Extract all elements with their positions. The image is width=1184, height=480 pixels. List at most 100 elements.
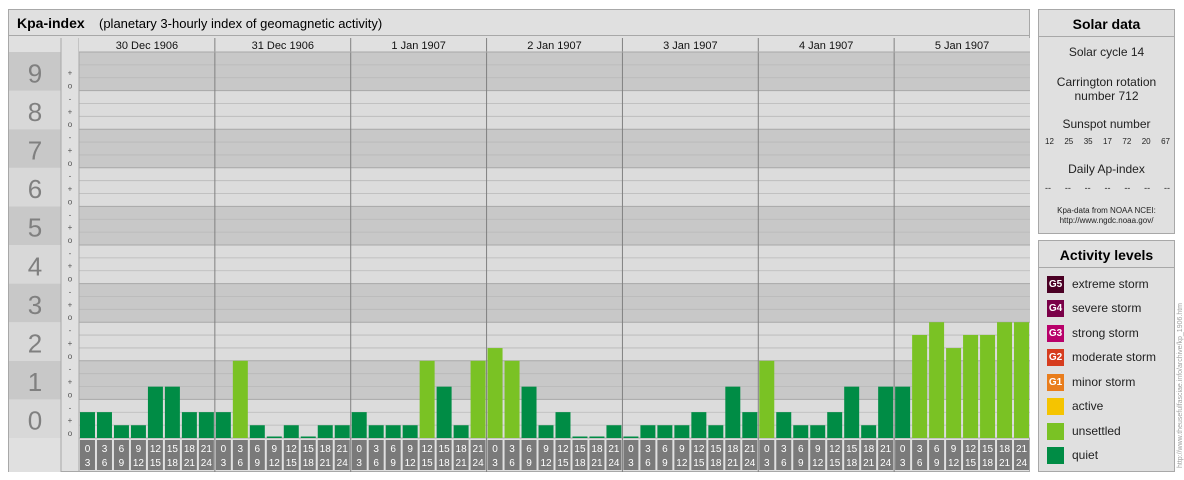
kp-bar [827, 412, 843, 438]
kp-bar [198, 412, 214, 438]
interval-end-label: 6 [645, 458, 651, 469]
activity-levels-panel: Activity levels G5 extreme storm G4 seve… [1038, 240, 1175, 472]
kp-bar [504, 360, 520, 438]
kp-bar [266, 436, 282, 438]
carrington-rotation-number: number 712 [1074, 89, 1139, 103]
interval-start-label: 21 [473, 444, 485, 455]
interval-start-label: 6 [798, 444, 804, 455]
interval-end-label: 24 [880, 458, 892, 469]
interval-end-label: 15 [557, 458, 569, 469]
interval-start-label: 3 [373, 444, 379, 455]
level-label: strong storm [1072, 326, 1139, 340]
sunspot-number-label: Sunspot number [1062, 117, 1151, 131]
daily-ap-index-label: Daily Ap-index [1068, 162, 1145, 176]
level-label: minor storm [1072, 375, 1136, 389]
minor-tick-mark: o [68, 390, 73, 399]
level-quiet: quiet [1047, 447, 1175, 465]
interval-start-label: 21 [1016, 444, 1028, 455]
interval-start-label: 3 [781, 444, 787, 455]
interval-end-label: 15 [693, 458, 705, 469]
kp-bar [249, 425, 265, 438]
interval-start-label: 18 [999, 444, 1011, 455]
interval-start-label: 12 [286, 444, 298, 455]
y-band [79, 167, 1030, 207]
minor-tick-mark: + [68, 300, 73, 309]
y-band [79, 283, 1030, 323]
interval-end-label: 9 [526, 458, 532, 469]
interval-start-label: 21 [608, 444, 620, 455]
interval-start-label: 0 [492, 444, 498, 455]
kp-bar [334, 425, 350, 438]
level-swatch-g3: G3 [1047, 325, 1064, 342]
interval-start-label: 6 [934, 444, 940, 455]
interval-start-label: 15 [439, 444, 451, 455]
y-tick-label: 8 [28, 97, 42, 127]
interval-start-label: 3 [917, 444, 923, 455]
interval-start-label: 9 [407, 444, 413, 455]
interval-end-label: 24 [201, 458, 213, 469]
interval-end-label: 9 [390, 458, 396, 469]
kp-bar [691, 412, 707, 438]
interval-end-label: 18 [439, 458, 451, 469]
y-band [79, 206, 1030, 245]
minor-tick-mark: + [68, 185, 73, 194]
kp-bar [997, 322, 1013, 438]
minor-tick-mark: o [68, 159, 73, 168]
interval-end-label: 6 [509, 458, 515, 469]
kp-bar [912, 334, 928, 438]
interval-start-label: 12 [829, 444, 841, 455]
kp-bar [130, 425, 146, 438]
interval-end-label: 15 [422, 458, 434, 469]
level-extreme-storm: G5 extreme storm [1047, 276, 1175, 294]
credit-link[interactable]: http://www.ngdc.noaa.gov/ [1039, 216, 1174, 226]
interval-start-label: 15 [846, 444, 858, 455]
interval-end-label: 9 [255, 458, 261, 469]
kp-bar [436, 386, 452, 438]
interval-end-label: 18 [846, 458, 858, 469]
level-minor-storm: G1 minor storm [1047, 374, 1175, 392]
interval-start-label: 18 [863, 444, 875, 455]
kp-bar [963, 334, 979, 438]
sunspot-value: 12 [1045, 137, 1054, 146]
sunspot-value: 17 [1103, 137, 1112, 146]
y-tick-label: 3 [28, 290, 42, 320]
interval-start-label: 21 [880, 444, 892, 455]
data-credit: Kpa-data from NOAA NCEI: http://www.ngdc… [1039, 206, 1174, 226]
interval-end-label: 18 [710, 458, 722, 469]
interval-end-label: 6 [102, 458, 108, 469]
kp-bar [181, 412, 197, 438]
interval-end-label: 3 [628, 458, 634, 469]
kp-bar [453, 425, 469, 438]
kp-bar [708, 425, 724, 438]
interval-start-label: 3 [509, 444, 515, 455]
interval-end-label: 3 [221, 458, 227, 469]
level-label: quiet [1072, 448, 1099, 462]
kp-bar [538, 425, 554, 438]
interval-start-label: 9 [815, 444, 821, 455]
interval-start-label: 6 [390, 444, 396, 455]
interval-end-label: 3 [85, 458, 91, 469]
kp-bar [1014, 322, 1029, 438]
interval-start-label: 21 [744, 444, 756, 455]
interval-end-label: 24 [744, 458, 756, 469]
kp-bar [759, 360, 775, 438]
interval-end-label: 12 [269, 458, 281, 469]
carrington-rotation-label: Carrington rotation [1056, 75, 1157, 89]
interval-start-label: 9 [679, 444, 685, 455]
minor-tick-mark: - [69, 133, 72, 142]
interval-end-label: 12 [676, 458, 688, 469]
interval-end-label: 3 [900, 458, 906, 469]
kp-bar [674, 425, 690, 438]
day-label: 30 Dec 1906 [116, 40, 178, 52]
y-tick-label: 5 [28, 213, 42, 243]
y-band [79, 52, 1030, 91]
watermark: http://www.theusefulfasciae.info/archive… [1177, 248, 1184, 468]
interval-end-label: 18 [303, 458, 315, 469]
minor-tick-mark: o [68, 429, 73, 438]
interval-end-label: 12 [948, 458, 960, 469]
interval-end-label: 21 [999, 458, 1011, 469]
kp-bar [283, 425, 299, 438]
kp-bar [640, 425, 656, 438]
interval-end-label: 21 [727, 458, 739, 469]
day-label: 1 Jan 1907 [391, 40, 445, 52]
